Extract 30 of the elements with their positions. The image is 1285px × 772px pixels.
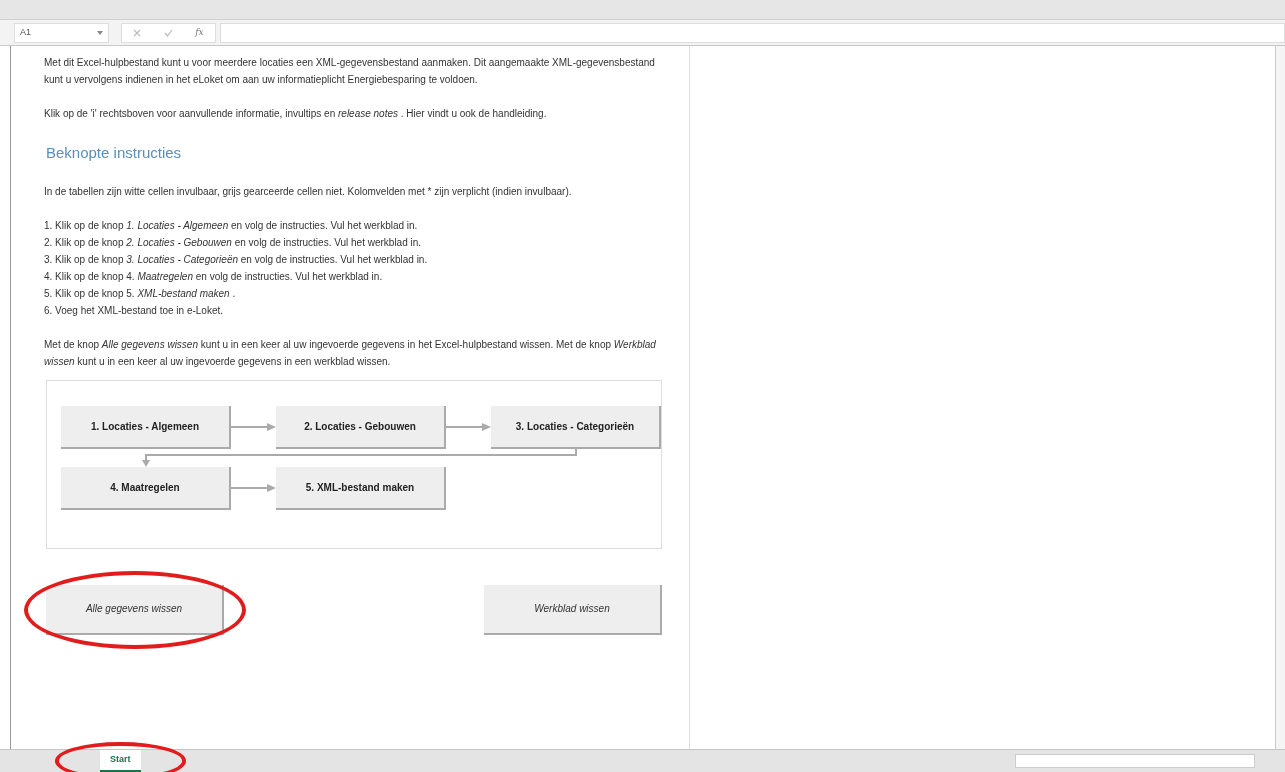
cancel-icon[interactable] [133,28,142,37]
step-line: 2. Klik op de knop 2. Locaties - Gebouwen en volg de instructies. Vul het werkblad in. [44,235,423,250]
step-line: 5. Klik op de knop 5. XML-bestand maken . [44,286,237,301]
flow-step-button[interactable]: 3. Locaties - Categorieën [491,405,661,449]
flow-step-button[interactable]: 4. Maatregelen [61,466,231,510]
arrow-icon [446,422,491,432]
instruction-paragraph: In de tabellen zijn witte cellen invulbaar, grijs gearceerde cellen niet. Kolomvelden met * zijn verplicht (indien invulbaar). [44,184,573,199]
step-line: 3. Klik op de knop 3. Locaties - Categorieën en volg de instructies. Vul het werkblad in. [44,252,429,267]
arrow-icon [231,422,276,432]
vertical-scrollbar[interactable] [1275,46,1285,749]
flow-step-button[interactable]: 1. Locaties - Algemeen [61,405,231,449]
flow-step-button[interactable]: 2. Locaties - Gebouwen [276,405,446,449]
section-heading: Beknopte instructies [46,143,183,163]
dropdown-arrow-icon[interactable] [97,30,103,35]
action-button[interactable]: Werkblad wissen [484,584,662,635]
horizontal-scrollbar[interactable] [1015,754,1255,768]
checkmark-icon[interactable] [163,28,173,37]
insert-function-button[interactable]: fx [195,25,204,40]
intro-paragraph: Met dit Excel-hulpbestand kunt u voor meerdere locaties een XML-gegevensbestand aanmaken. Dit aangemaakte XML-gegevensbestand kunt u vervolgens indienen in het eLoket om aan uw informatieplicht Energiebesparing te voldoen. [44,56,656,87]
formula-input[interactable] [220,22,1285,43]
step-line: 6. Voeg het XML-bestand toe in e-Loket. [44,303,224,318]
name-box[interactable]: A1 [14,22,109,43]
arrow-icon [231,483,276,493]
intro-paragraph: Klik op de 'i' rechtsboven voor aanvullende informatie, invultips en release notes . Hier vindt u ook de handleiding. [44,107,548,121]
flow-step-button[interactable]: 5. XML-bestand maken [276,466,446,510]
instruction-paragraph: Met de knop Alle gegevens wissen kunt u in een keer al uw ingevoerde gegevens in het Excel-hulpbestand wissen. Met de knop Werkblad wissen kunt u in een keer al uw ingevoerde gegevens in een werkblad wissen. [44,337,657,369]
step-line: 4. Klik op de knop 4. Maatregelen en volg de instructies. Vul het werkblad in. [44,269,384,284]
sheet-tab[interactable]: Start [100,750,141,772]
step-line: 1. Klik op de knop 1. Locaties - Algemeen en volg de instructies. Vul het werkblad in. [44,218,419,233]
action-button[interactable]: Alle gegevens wissen [46,584,224,635]
